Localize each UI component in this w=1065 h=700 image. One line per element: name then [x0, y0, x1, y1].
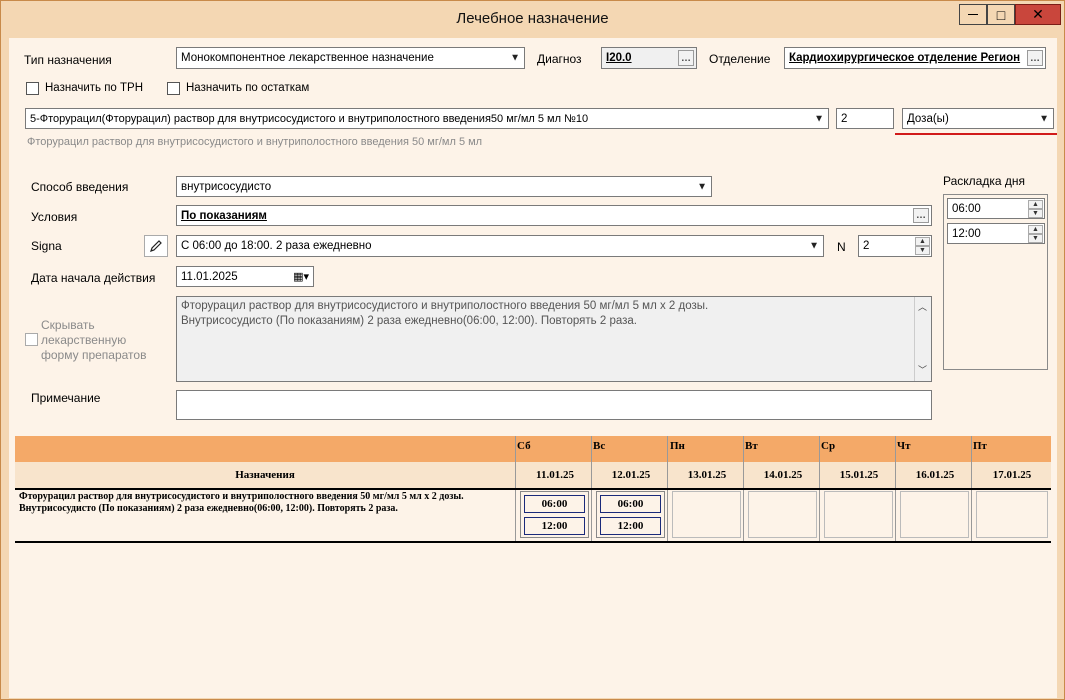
hide-form-label: Скрывать лекарственную форму препаратов [41, 318, 147, 362]
scroll-up-icon[interactable]: ︿ [918, 300, 927, 315]
maximize-icon: □ [996, 6, 1006, 23]
chevron-down-icon: ▼ [1039, 113, 1049, 124]
pencil-icon [150, 240, 162, 252]
table-row[interactable]: Фторурацил раствор для внутрисосудистого… [19, 491, 513, 515]
assignments-header: Назначения [235, 469, 295, 481]
signa-select[interactable]: С 06:00 до 18:00. 2 раза ежедневно ▼ [176, 235, 824, 257]
n-spinner[interactable]: ▲ ▼ [915, 237, 930, 255]
dose-unit-select[interactable]: Доза(ы) ▼ [902, 108, 1054, 129]
date-header: 11.01.25 [536, 469, 574, 481]
weekday-header: Вт [745, 440, 758, 452]
chevron-down-icon: ▼ [510, 52, 520, 64]
spin-up-icon[interactable]: ▲ [1028, 200, 1043, 209]
department-label: Отделение [709, 52, 771, 66]
date-header: 13.01.25 [687, 469, 727, 481]
date-header: 12.01.25 [611, 469, 651, 481]
signa-label: Signa [31, 239, 62, 253]
assign-leftover-label: Назначить по остаткам [186, 82, 310, 94]
weekday-header: Пт [973, 440, 987, 452]
weekday-header: Вс [593, 440, 606, 452]
maximize-button[interactable]: □ [987, 4, 1015, 25]
time-spinner[interactable]: ▲ ▼ [1028, 225, 1043, 243]
chevron-down-icon: ▼ [809, 240, 819, 252]
assign-trn-checkbox[interactable] [26, 82, 39, 95]
edit-signa-button[interactable] [144, 235, 168, 257]
calendar-icon[interactable]: ▦▾ [293, 270, 309, 283]
weekday-header: Чт [897, 440, 911, 452]
day-layout-panel: 06:00 ▲ ▼ 12:00 ▲ ▼ [943, 194, 1048, 370]
conditions-field[interactable]: По показаниям … [176, 205, 932, 226]
diagnosis-field[interactable]: I20.0 … [601, 47, 697, 69]
start-date-picker[interactable]: 11.01.2025 ▦▾ [176, 266, 314, 287]
note-input[interactable] [176, 390, 932, 420]
dose-time-slot[interactable]: 12:00 [600, 517, 661, 535]
dose-quantity-input[interactable]: 2 [836, 108, 894, 129]
drug-select[interactable]: 5-Фторурацил(Фторурацил) раствор для вну… [25, 108, 829, 129]
close-button[interactable]: ✕ [1015, 4, 1061, 25]
content-area: Тип назначения Монокомпонентное лекарств… [9, 38, 1057, 698]
spin-up-icon[interactable]: ▲ [915, 237, 930, 246]
assign-leftover-checkbox[interactable] [167, 82, 180, 95]
dose-time-slot[interactable]: 06:00 [524, 495, 585, 513]
route-label: Способ введения [31, 180, 129, 194]
date-header: 14.01.25 [763, 469, 803, 481]
day-cell-fri[interactable] [976, 491, 1048, 538]
dose-time-slot[interactable]: 12:00 [524, 517, 585, 535]
weekday-header: Ср [821, 440, 836, 452]
type-label: Тип назначения [24, 53, 112, 67]
date-header: 16.01.25 [915, 469, 955, 481]
prescription-window: Лечебное назначение — □ ✕ Тип назначения… [0, 0, 1065, 700]
summary-textarea[interactable]: Фторурацил раствор для внутрисосудистого… [176, 296, 932, 382]
department-browse-button[interactable]: … [1027, 50, 1043, 66]
diagnosis-label: Диагноз [537, 52, 582, 66]
title-bar[interactable]: Лечебное назначение — □ ✕ [1, 1, 1064, 37]
chevron-down-icon: ▼ [697, 181, 707, 192]
dose-unit-underline [895, 133, 1057, 135]
day-cell-thu[interactable] [900, 491, 969, 538]
type-select[interactable]: Монокомпонентное лекарственное назначени… [176, 47, 525, 69]
day-cell-tue[interactable] [748, 491, 817, 538]
weekday-header: Пн [670, 440, 685, 452]
spin-up-icon[interactable]: ▲ [1028, 225, 1043, 234]
conditions-label: Условия [31, 210, 78, 224]
day-layout-label: Раскладка дня [943, 174, 1025, 188]
assign-trn-label: Назначить по ТРН [45, 82, 144, 94]
close-icon: ✕ [1032, 6, 1044, 22]
window-title: Лечебное назначение [456, 10, 609, 27]
minimize-icon: — [968, 9, 978, 20]
department-field[interactable]: Кардиохирургическое отделение Регион … [784, 47, 1046, 69]
date-header: 15.01.25 [839, 469, 879, 481]
conditions-browse-button[interactable]: … [913, 208, 929, 223]
spin-down-icon[interactable]: ▼ [915, 246, 930, 255]
spin-down-icon[interactable]: ▼ [1028, 234, 1043, 243]
hide-form-checkbox[interactable] [25, 333, 38, 346]
day-cell-mon[interactable] [672, 491, 741, 538]
dose-time-slot[interactable]: 06:00 [600, 495, 661, 513]
minimize-button[interactable]: — [959, 4, 987, 25]
diagnosis-browse-button[interactable]: … [678, 50, 694, 66]
n-label: N [837, 240, 846, 254]
time-spinner[interactable]: ▲ ▼ [1028, 200, 1043, 218]
spin-down-icon[interactable]: ▼ [1028, 209, 1043, 218]
start-date-label: Дата начала действия [31, 271, 156, 285]
scroll-down-icon[interactable]: ﹀ [918, 363, 927, 378]
day-cell-wed[interactable] [824, 491, 893, 538]
chevron-down-icon: ▼ [814, 113, 824, 124]
note-label: Примечание [31, 391, 101, 405]
n-input[interactable]: 2 ▲ ▼ [858, 235, 932, 257]
summary-scrollbar[interactable]: ︿ ﹀ [914, 297, 931, 381]
date-header: 17.01.25 [992, 469, 1032, 481]
drug-hint: Фторурацил раствор для внутрисосудистого… [27, 136, 483, 148]
day-time-input-1[interactable]: 06:00 ▲ ▼ [947, 198, 1045, 219]
route-select[interactable]: внутрисосудисто ▼ [176, 176, 712, 197]
schedule-grid: Назначения Сб Вс Пн Вт Ср Чт Пт 11.01.25… [15, 436, 1051, 698]
weekday-header: Сб [517, 440, 531, 452]
day-time-input-2[interactable]: 12:00 ▲ ▼ [947, 223, 1045, 244]
